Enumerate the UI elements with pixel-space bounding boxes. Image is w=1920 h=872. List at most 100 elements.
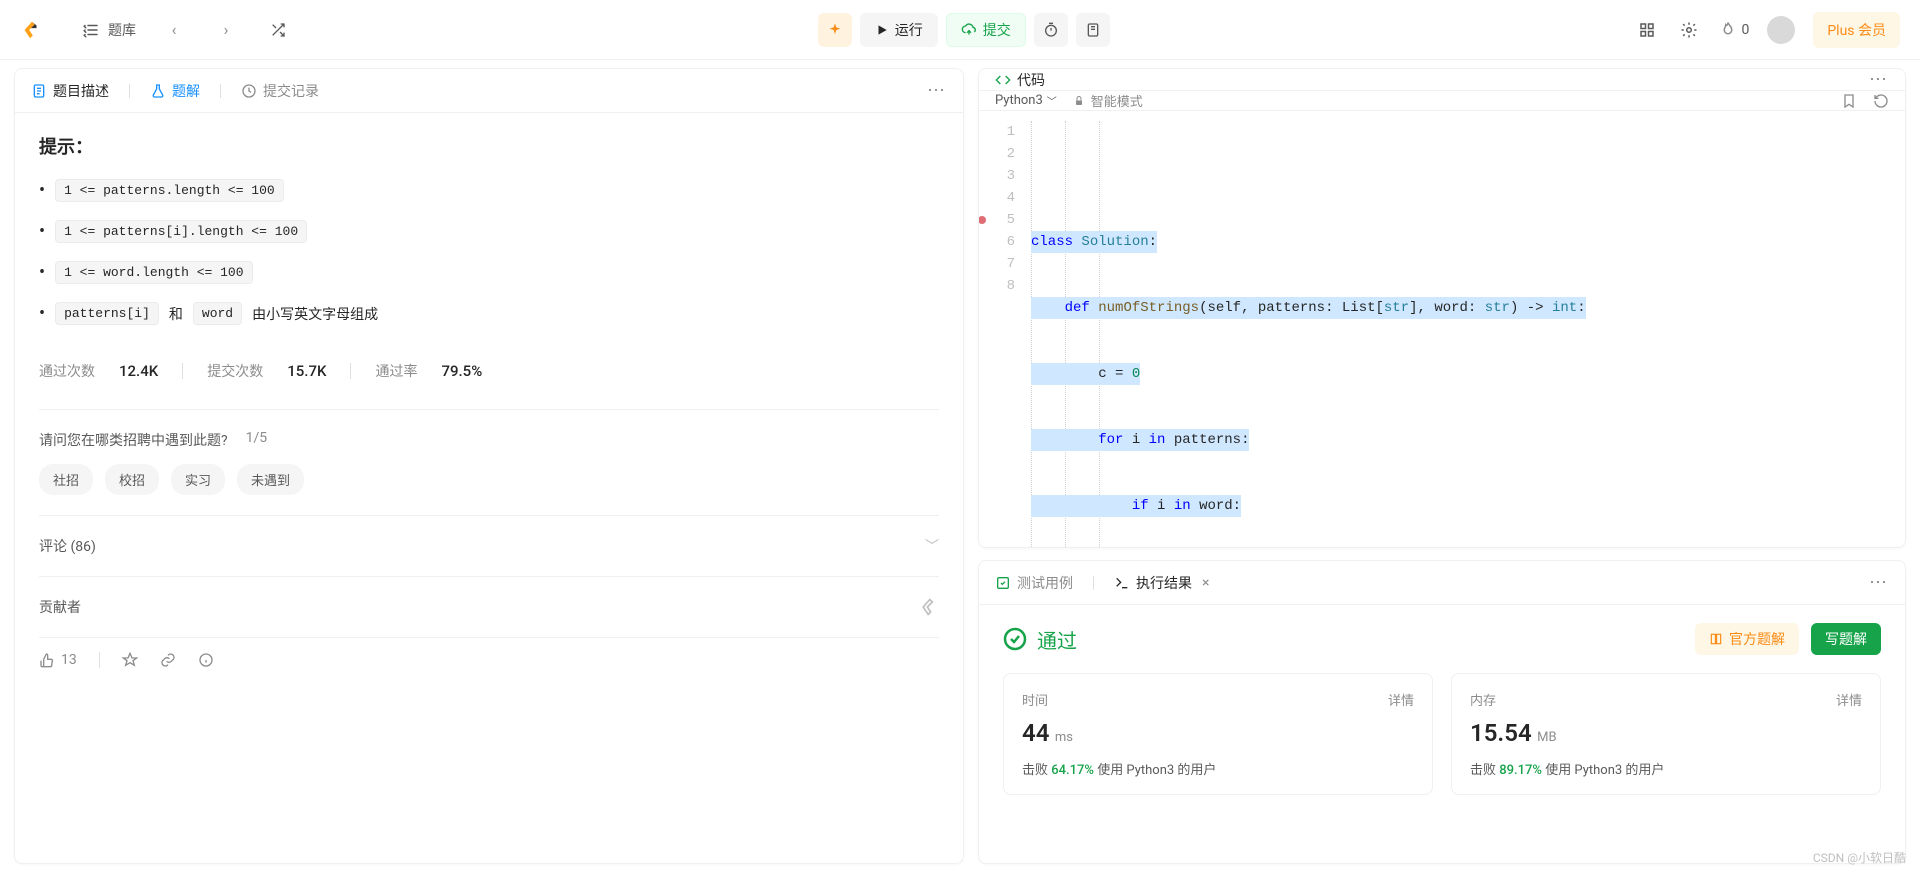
submissions-label: 提交次数: [207, 361, 263, 381]
divider: [220, 84, 221, 98]
avatar[interactable]: [1767, 16, 1795, 44]
survey: 请问您在哪类招聘中遇到此题? 1/5 社招 校招 实习 未遇到: [39, 409, 939, 495]
memory-detail[interactable]: 详情: [1836, 690, 1862, 709]
reset-button[interactable]: [1873, 93, 1889, 109]
favorite-button[interactable]: [122, 652, 138, 668]
tab-description-label: 题目描述: [53, 81, 109, 101]
smart-mode[interactable]: 智能模式: [1073, 91, 1143, 110]
time-label: 时间: [1022, 690, 1048, 709]
rate-value: 79.5%: [441, 362, 482, 380]
memory-beat: 击败 89.17% 使用 Python3 的用户: [1470, 759, 1862, 778]
streak-count: 0: [1741, 22, 1749, 38]
problem-panel: 题目描述 题解 提交记录 ⋯ 提示： 1 <= patterns.length …: [14, 68, 964, 864]
more-button[interactable]: ⋯: [1869, 572, 1889, 593]
watermark: CSDN @小软日酷: [1813, 849, 1906, 866]
write-solution-button[interactable]: 写题解: [1811, 623, 1881, 655]
comments-row[interactable]: 评论 (86) ﹀: [39, 515, 939, 576]
settings-button[interactable]: [1677, 18, 1701, 42]
share-button[interactable]: [160, 652, 176, 668]
code-panel: 代码 ⋯ Python3 ﹀ 智能模式: [978, 68, 1906, 548]
tab-solution[interactable]: 题解: [150, 81, 200, 101]
thumbs-up-icon: [39, 652, 55, 668]
nav-right: 0 Plus 会员: [1635, 12, 1900, 48]
feedback-button[interactable]: [198, 652, 214, 668]
like-button[interactable]: 13: [39, 652, 77, 668]
prev-problem-button[interactable]: ‹: [160, 16, 188, 44]
rate-label: 通过率: [375, 361, 417, 381]
sparkle-icon: [827, 22, 843, 38]
close-result-button[interactable]: ×: [1202, 575, 1209, 591]
main: 题目描述 题解 提交记录 ⋯ 提示： 1 <= patterns.length …: [0, 60, 1920, 872]
constraint-item: 1 <= patterns.length <= 100: [39, 179, 939, 202]
next-problem-button[interactable]: ›: [212, 16, 240, 44]
stats-row: 通过次数 12.4K 提交次数 15.7K 通过率 79.5%: [39, 361, 939, 381]
constraint-list: 1 <= patterns.length <= 100 1 <= pattern…: [39, 179, 939, 325]
flask-icon: [150, 83, 166, 99]
code-tab[interactable]: 代码: [995, 70, 1045, 90]
terminal-icon: [1114, 575, 1130, 591]
breakpoint-icon[interactable]: [978, 216, 986, 224]
streak[interactable]: 0: [1719, 21, 1749, 39]
run-button[interactable]: 运行: [860, 13, 938, 47]
bookmark-icon: [1841, 93, 1857, 109]
time-card[interactable]: 时间 详情 44 ms 击败 64.17% 使用 Python3 的用户: [1003, 673, 1433, 795]
tab-submissions[interactable]: 提交记录: [241, 81, 319, 101]
bookmark-button[interactable]: [1841, 93, 1857, 109]
like-count: 13: [61, 652, 77, 668]
logo[interactable]: [20, 19, 42, 41]
beat-suffix: 使用 Python3 的用户: [1094, 763, 1216, 778]
note-icon: [1085, 22, 1101, 38]
memory-label: 内存: [1470, 690, 1496, 709]
info-icon: [198, 652, 214, 668]
nav-problems[interactable]: 题库: [82, 20, 136, 40]
more-button[interactable]: ⋯: [1869, 69, 1889, 90]
result-panel: 测试用例 执行结果 × ⋯ 通过 官方题解: [978, 560, 1906, 864]
tab-result[interactable]: 执行结果 ×: [1114, 573, 1209, 593]
submit-label: 提交: [983, 20, 1011, 40]
gear-icon: [1680, 21, 1698, 39]
tab-description[interactable]: 题目描述: [31, 81, 109, 101]
code-area[interactable]: class Solution: def numOfStrings(self, p…: [1023, 111, 1905, 548]
tab-testcases[interactable]: 测试用例: [995, 573, 1073, 593]
plus-button[interactable]: Plus 会员: [1813, 12, 1900, 48]
code-toolbar: Python3 ﹀ 智能模式: [979, 91, 1905, 111]
survey-question: 请问您在哪类招聘中遇到此题?: [39, 430, 228, 450]
notes-button[interactable]: [1076, 13, 1110, 47]
lock-icon: [1073, 95, 1085, 107]
premium-hint-button[interactable]: [818, 13, 852, 47]
problem-body: 提示： 1 <= patterns.length <= 100 1 <= pat…: [15, 113, 963, 863]
beat-suffix: 使用 Python3 的用户: [1542, 763, 1664, 778]
nav-left: 题库 ‹ ›: [82, 16, 292, 44]
check-square-icon: [995, 575, 1011, 591]
link-icon: [160, 652, 176, 668]
time-beat: 击败 64.17% 使用 Python3 的用户: [1022, 759, 1414, 778]
time-unit: ms: [1055, 730, 1073, 745]
nav-problems-label: 题库: [108, 20, 136, 40]
official-solution-button[interactable]: 官方题解: [1695, 623, 1799, 655]
survey-option[interactable]: 实习: [171, 464, 225, 495]
shuffle-button[interactable]: [264, 16, 292, 44]
constraint-item: 1 <= patterns[i].length <= 100: [39, 220, 939, 243]
memory-card[interactable]: 内存 详情 15.54 MB 击败 89.17% 使用 Python3 的用户: [1451, 673, 1881, 795]
memory-unit: MB: [1537, 730, 1556, 745]
beat-pct: 64.17%: [1051, 763, 1094, 778]
survey-question-row: 请问您在哪类招聘中遇到此题? 1/5: [39, 430, 939, 450]
apps-button[interactable]: [1635, 18, 1659, 42]
language-select[interactable]: Python3 ﹀: [995, 93, 1057, 108]
more-button[interactable]: ⋯: [927, 80, 947, 101]
survey-option[interactable]: 未遇到: [237, 464, 304, 495]
gutter: 12345678: [979, 111, 1023, 548]
leetcode-logo-icon: [20, 19, 42, 41]
history-icon: [241, 83, 257, 99]
chevron-down-icon: ﹀: [925, 536, 939, 556]
survey-option[interactable]: 社招: [39, 464, 93, 495]
survey-option[interactable]: 校招: [105, 464, 159, 495]
code-editor[interactable]: 12345678 class Solution: def numOfString…: [979, 111, 1905, 548]
timer-button[interactable]: [1034, 13, 1068, 47]
pass-row: 通过 官方题解 写题解: [1003, 623, 1881, 655]
time-detail[interactable]: 详情: [1388, 690, 1414, 709]
contributors-row[interactable]: 贡献者: [39, 576, 939, 637]
star-icon: [122, 652, 138, 668]
submit-button[interactable]: 提交: [946, 13, 1026, 47]
hints-title: 提示：: [39, 133, 939, 159]
